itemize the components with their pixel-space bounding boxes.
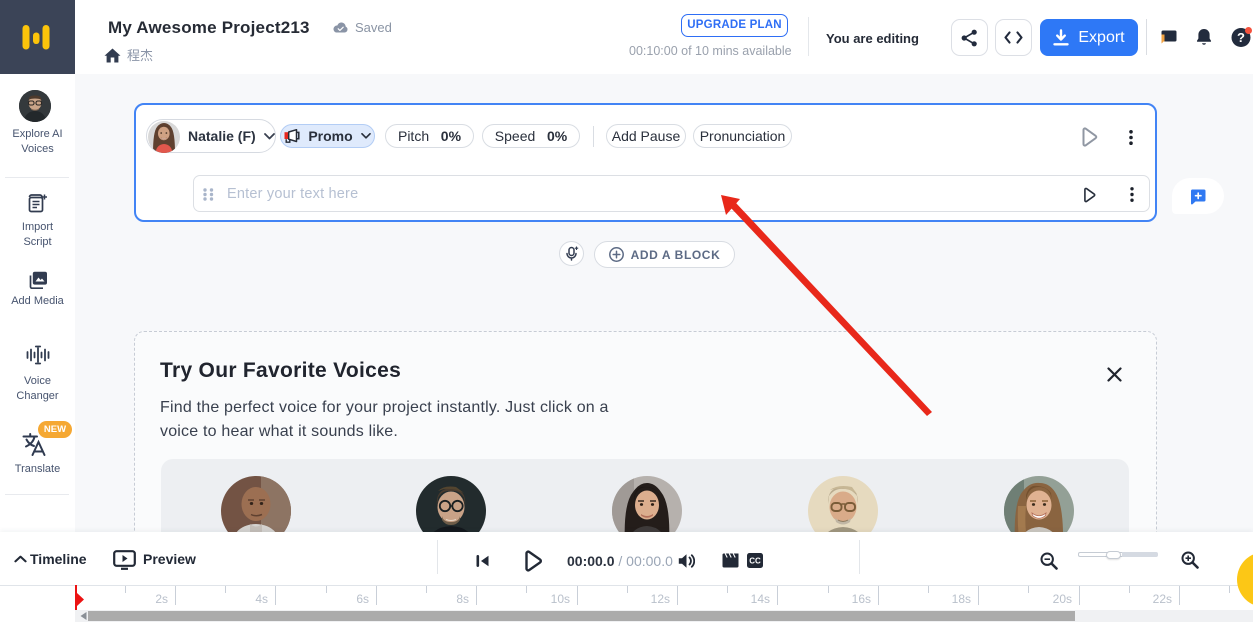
svg-text:CC: CC — [749, 557, 761, 566]
svg-text:?: ? — [1237, 30, 1245, 45]
